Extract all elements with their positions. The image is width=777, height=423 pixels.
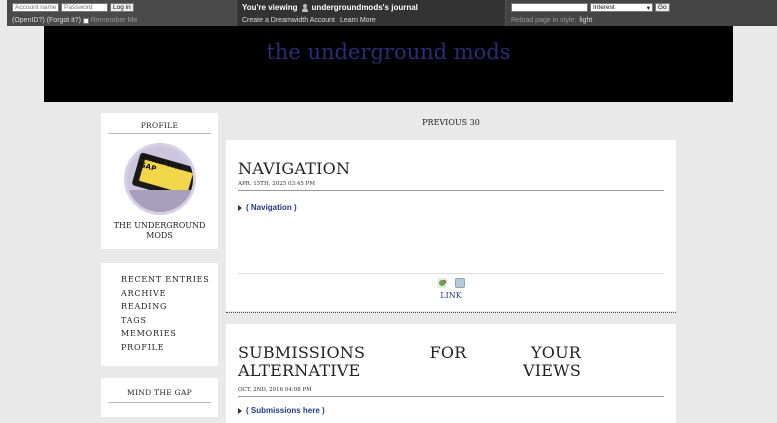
- profile-module: PROFILE MIND THE GAP THE UNDERGROUND MOD…: [101, 113, 218, 249]
- mind-the-gap-module: MIND THE GAP: [101, 378, 218, 417]
- entry-navigation: NAVIGATION APR. 15TH, 2025 03:45 PM ( Na…: [226, 140, 676, 311]
- site-navigation-bar: Log in (OpenID?) (Forgot it?) Remember M…: [7, 0, 777, 26]
- profile-name[interactable]: THE UNDERGROUND MODS: [101, 221, 218, 241]
- userpic[interactable]: MIND THE GAP: [123, 143, 196, 215]
- navigation-module: RECENT ENTRIES ARCHIVE READING TAGS MEMO…: [101, 263, 218, 366]
- remember-me-label: Remember Me: [90, 17, 138, 24]
- remember-me-checkbox[interactable]: [82, 17, 89, 24]
- entry-cut-link[interactable]: ( Submissions here ): [238, 406, 664, 415]
- expand-triangle-icon[interactable]: [238, 407, 242, 414]
- nav-memories[interactable]: MEMORIES: [121, 329, 218, 343]
- viewing-prefix: You're viewing: [242, 3, 298, 12]
- search-type-select[interactable]: Interest ▾: [590, 3, 653, 12]
- nav-recent-entries[interactable]: RECENT ENTRIES: [121, 275, 218, 289]
- nav-archive[interactable]: ARCHIVE: [121, 289, 218, 303]
- nav-list: RECENT ENTRIES ARCHIVE READING TAGS MEMO…: [101, 263, 218, 356]
- userpic-shade: [126, 190, 193, 212]
- entry-submissions: SUBMISSIONS FOR YOUR ALTERNATIVE VIEWS O…: [226, 324, 676, 423]
- track-icon[interactable]: [455, 278, 465, 288]
- journal-title[interactable]: the underground mods: [44, 40, 733, 64]
- login-button[interactable]: Log in: [110, 3, 134, 12]
- user-icon[interactable]: [301, 3, 308, 12]
- entry-footer: LINK: [238, 273, 664, 300]
- entry-time-value: 03:45 PM: [288, 181, 315, 187]
- reload-style-label: Reload page in style:: [511, 17, 577, 24]
- entry-date-value[interactable]: APR. 15TH, 2025: [238, 181, 286, 187]
- profile-module-title: PROFILE: [108, 113, 211, 134]
- nav-tags[interactable]: TAGS: [121, 316, 218, 330]
- forgot-password-link[interactable]: (Forgot it?): [47, 17, 81, 24]
- entry-date-value[interactable]: OCT. 2ND, 2016: [238, 387, 283, 393]
- learn-more-link[interactable]: Learn More: [340, 17, 376, 24]
- nav-reading[interactable]: READING: [121, 302, 218, 316]
- search-go-button[interactable]: Go: [655, 3, 670, 12]
- entry-cut-text[interactable]: ( Navigation ): [246, 203, 297, 212]
- entry-time-value: 04:08 PM: [284, 387, 312, 393]
- login-section: Log in (OpenID?) (Forgot it?) Remember M…: [7, 0, 236, 26]
- entry-date: APR. 15TH, 2025 03:45 PM: [238, 181, 664, 191]
- entry-actions: [238, 278, 664, 288]
- account-name-input[interactable]: [12, 3, 59, 12]
- entry-title[interactable]: NAVIGATION: [238, 159, 664, 178]
- entry-cut-text[interactable]: ( Submissions here ): [246, 406, 325, 415]
- mind-the-gap-title: MIND THE GAP: [108, 378, 211, 403]
- entry-date: OCT. 2ND, 2016 04:08 PM: [238, 387, 664, 397]
- chevron-down-icon: ▾: [646, 4, 650, 12]
- entry-cut-link[interactable]: ( Navigation ): [238, 203, 664, 212]
- journal-name-link[interactable]: undergroundmods's journal: [312, 3, 418, 12]
- search-section: Interest ▾ Go Reload page in style: ligh…: [506, 0, 777, 26]
- search-input[interactable]: [511, 3, 588, 12]
- entry-title[interactable]: SUBMISSIONS FOR YOUR ALTERNATIVE VIEWS: [238, 344, 581, 380]
- entry-link[interactable]: LINK: [238, 291, 664, 300]
- journal-header: the underground mods: [44, 26, 733, 102]
- entry-title-text[interactable]: SUBMISSIONS FOR YOUR ALTERNATIVE VIEWS: [238, 343, 581, 380]
- search-type-value: Interest: [593, 4, 615, 11]
- previous-30-link[interactable]: PREVIOUS 30: [226, 118, 676, 127]
- openid-link[interactable]: (OpenID?): [12, 17, 45, 24]
- light-style-link[interactable]: light: [579, 17, 592, 24]
- journal-info-section: You're viewing undergroundmods's journal…: [236, 0, 506, 26]
- create-account-link[interactable]: Create a Dreamwidth Account: [242, 17, 335, 24]
- entry-separator: [226, 312, 676, 313]
- nav-profile[interactable]: PROFILE: [121, 343, 218, 357]
- expand-triangle-icon[interactable]: [238, 204, 242, 211]
- password-input[interactable]: [61, 3, 108, 12]
- add-memory-icon[interactable]: [437, 278, 447, 288]
